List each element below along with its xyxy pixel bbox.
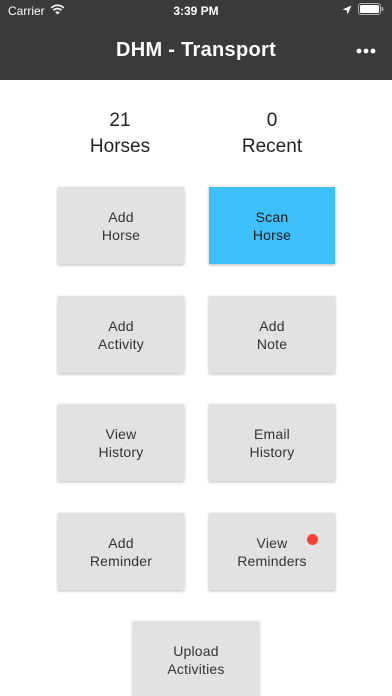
add-note-button[interactable]: Add Note [209, 296, 335, 373]
status-right [342, 3, 384, 18]
horses-label: Horses [89, 136, 151, 157]
email-history-label-line2: History [249, 443, 295, 460]
status-bar: Carrier 3:39 PM [0, 0, 392, 22]
more-options-button[interactable] [354, 40, 378, 60]
email-history-button[interactable]: Email History [209, 404, 335, 481]
upload-activities-label-line1: Upload [173, 642, 219, 659]
more-dots-icon [356, 41, 376, 59]
scan-horse-label-line2: Horse [252, 226, 292, 243]
horses-stat: 21 Horses [55, 108, 185, 160]
add-activity-label-line1: Add [108, 317, 134, 334]
add-reminder-button[interactable]: Add Reminder [58, 513, 184, 590]
nav-bar: DHM - Transport [0, 22, 392, 80]
scan-horse-button[interactable]: Scan Horse [209, 187, 335, 264]
view-history-label-line2: History [98, 443, 144, 460]
view-reminders-button[interactable]: View Reminders [209, 513, 335, 590]
recent-label: Recent [241, 136, 303, 157]
add-reminder-label-line1: Add [108, 534, 134, 551]
recent-count: 0 [266, 110, 278, 131]
battery-icon [358, 3, 384, 18]
add-note-label-line2: Note [256, 335, 288, 352]
upload-activities-label-line2: Activities [167, 660, 225, 677]
add-reminder-label-line2: Reminder [89, 552, 153, 569]
view-reminders-label-line2: Reminders [237, 552, 307, 569]
add-activity-button[interactable]: Add Activity [58, 296, 184, 373]
email-history-label-line1: Email [253, 425, 290, 442]
add-activity-label-line2: Activity [98, 335, 144, 352]
horses-count: 21 [109, 110, 131, 131]
add-note-label-line1: Add [259, 317, 285, 334]
add-horse-label-line1: Add [108, 208, 134, 225]
page-title: DHM - Transport [115, 39, 277, 61]
location-arrow-icon [342, 4, 352, 18]
upload-activities-button[interactable]: Upload Activities [133, 621, 259, 696]
recent-stat: 0 Recent [207, 108, 337, 160]
notification-dot-icon [307, 534, 318, 545]
view-history-button[interactable]: View History [58, 404, 184, 481]
add-horse-label-line2: Horse [101, 226, 141, 243]
view-reminders-label-line1: View [256, 534, 288, 551]
add-horse-button[interactable]: Add Horse [58, 187, 184, 264]
status-time: 3:39 PM [173, 4, 219, 18]
view-history-label-line1: View [105, 425, 137, 442]
scan-horse-label-line1: Scan [255, 208, 289, 225]
